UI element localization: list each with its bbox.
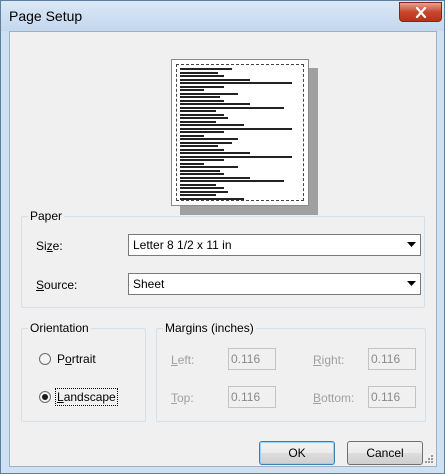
page-preview bbox=[171, 59, 309, 206]
preview-text-line bbox=[180, 138, 238, 140]
preview-text-line bbox=[180, 148, 224, 151]
preview-text-line bbox=[180, 68, 232, 70]
preview-text-line bbox=[180, 120, 216, 123]
title-bar[interactable]: Page Setup bbox=[1, 1, 444, 31]
preview-text-line bbox=[180, 162, 204, 165]
preview-text-line bbox=[180, 183, 216, 186]
portrait-radio[interactable]: Portrait bbox=[39, 352, 96, 366]
preview-text-line bbox=[180, 110, 216, 112]
orientation-group-label: Orientation bbox=[28, 321, 91, 335]
paper-source-value: Sheet bbox=[133, 277, 165, 291]
preview-text-line bbox=[180, 187, 224, 189]
dialog-client-area: Paper Size: Letter 8 1/2 x 11 in Source:… bbox=[9, 31, 437, 467]
preview-text-line bbox=[180, 134, 204, 137]
orientation-group: Orientation Portrait Landscape bbox=[21, 321, 146, 422]
left-margin-input[interactable]: 0.116 bbox=[228, 348, 276, 370]
paper-source-dropdown-arrow[interactable] bbox=[402, 274, 420, 294]
preview-text-line bbox=[180, 103, 250, 105]
bottom-margin-input[interactable]: 0.116 bbox=[368, 386, 416, 408]
preview-text-line bbox=[180, 85, 224, 88]
preview-text-line bbox=[180, 82, 292, 84]
preview-text-line bbox=[180, 194, 216, 196]
close-button[interactable] bbox=[399, 2, 442, 22]
margins-group: Margins (inches) Left: 0.116 Right: 0.11… bbox=[156, 321, 426, 422]
preview-text-line bbox=[180, 197, 244, 200]
close-icon bbox=[415, 6, 426, 18]
preview-text-line bbox=[180, 169, 220, 172]
preview-text-line bbox=[180, 124, 244, 126]
preview-text-line bbox=[180, 152, 250, 154]
paper-source-combobox[interactable]: Sheet bbox=[128, 273, 421, 295]
preview-text-line bbox=[180, 159, 224, 161]
landscape-radio-button[interactable] bbox=[39, 391, 51, 403]
preview-text-line bbox=[180, 176, 250, 179]
paper-size-combobox[interactable]: Letter 8 1/2 x 11 in bbox=[128, 234, 421, 256]
ok-button[interactable]: OK bbox=[259, 441, 335, 465]
right-margin-label: Right: bbox=[313, 353, 345, 367]
preview-text-line bbox=[180, 96, 220, 98]
paper-size-dropdown-arrow[interactable] bbox=[402, 235, 420, 255]
preview-text-line bbox=[180, 99, 224, 102]
top-margin-input[interactable]: 0.116 bbox=[228, 386, 276, 408]
paper-size-value: Letter 8 1/2 x 11 in bbox=[133, 238, 232, 252]
preview-text-line bbox=[180, 190, 228, 193]
cancel-button[interactable]: Cancel bbox=[347, 441, 423, 465]
preview-text-line bbox=[180, 78, 250, 81]
paper-group: Paper Size: Letter 8 1/2 x 11 in Source:… bbox=[21, 209, 425, 308]
preview-text-line bbox=[180, 166, 238, 168]
preview-text-line bbox=[180, 145, 218, 147]
preview-text-line bbox=[180, 75, 224, 77]
left-margin-label: Left: bbox=[171, 353, 195, 367]
source-label: Source: bbox=[36, 278, 78, 292]
preview-text-line bbox=[180, 131, 224, 133]
preview-margin-outline bbox=[176, 64, 304, 201]
landscape-label: Landscape bbox=[55, 388, 118, 406]
page-setup-dialog: Page Setup Paper Size: Letter 8 1/2 x 11… bbox=[0, 0, 445, 474]
resize-grip-icon[interactable] bbox=[424, 454, 434, 464]
preview-text-line bbox=[180, 127, 292, 130]
preview-text-line bbox=[180, 155, 292, 158]
preview-text-line bbox=[180, 71, 218, 74]
chevron-down-icon bbox=[406, 242, 416, 247]
paper-group-label: Paper bbox=[28, 209, 65, 223]
window-title: Page Setup bbox=[9, 8, 83, 24]
chevron-down-icon bbox=[406, 281, 416, 286]
portrait-radio-button[interactable] bbox=[39, 353, 51, 365]
preview-text-line bbox=[180, 173, 224, 175]
size-label: Size: bbox=[36, 239, 63, 253]
top-margin-label: Top: bbox=[171, 391, 194, 405]
preview-text-line bbox=[180, 89, 204, 91]
preview-text-line bbox=[180, 113, 224, 116]
preview-text-line bbox=[180, 117, 228, 119]
bottom-margin-label: Bottom: bbox=[313, 391, 355, 405]
preview-text-line bbox=[180, 92, 238, 95]
right-margin-input[interactable]: 0.116 bbox=[368, 348, 416, 370]
portrait-label: Portrait bbox=[57, 352, 96, 366]
preview-text-line bbox=[180, 141, 232, 144]
landscape-radio[interactable]: Landscape bbox=[39, 388, 118, 406]
margins-group-label: Margins (inches) bbox=[163, 321, 256, 335]
preview-text-line bbox=[180, 106, 284, 109]
preview-text-line bbox=[180, 180, 284, 182]
